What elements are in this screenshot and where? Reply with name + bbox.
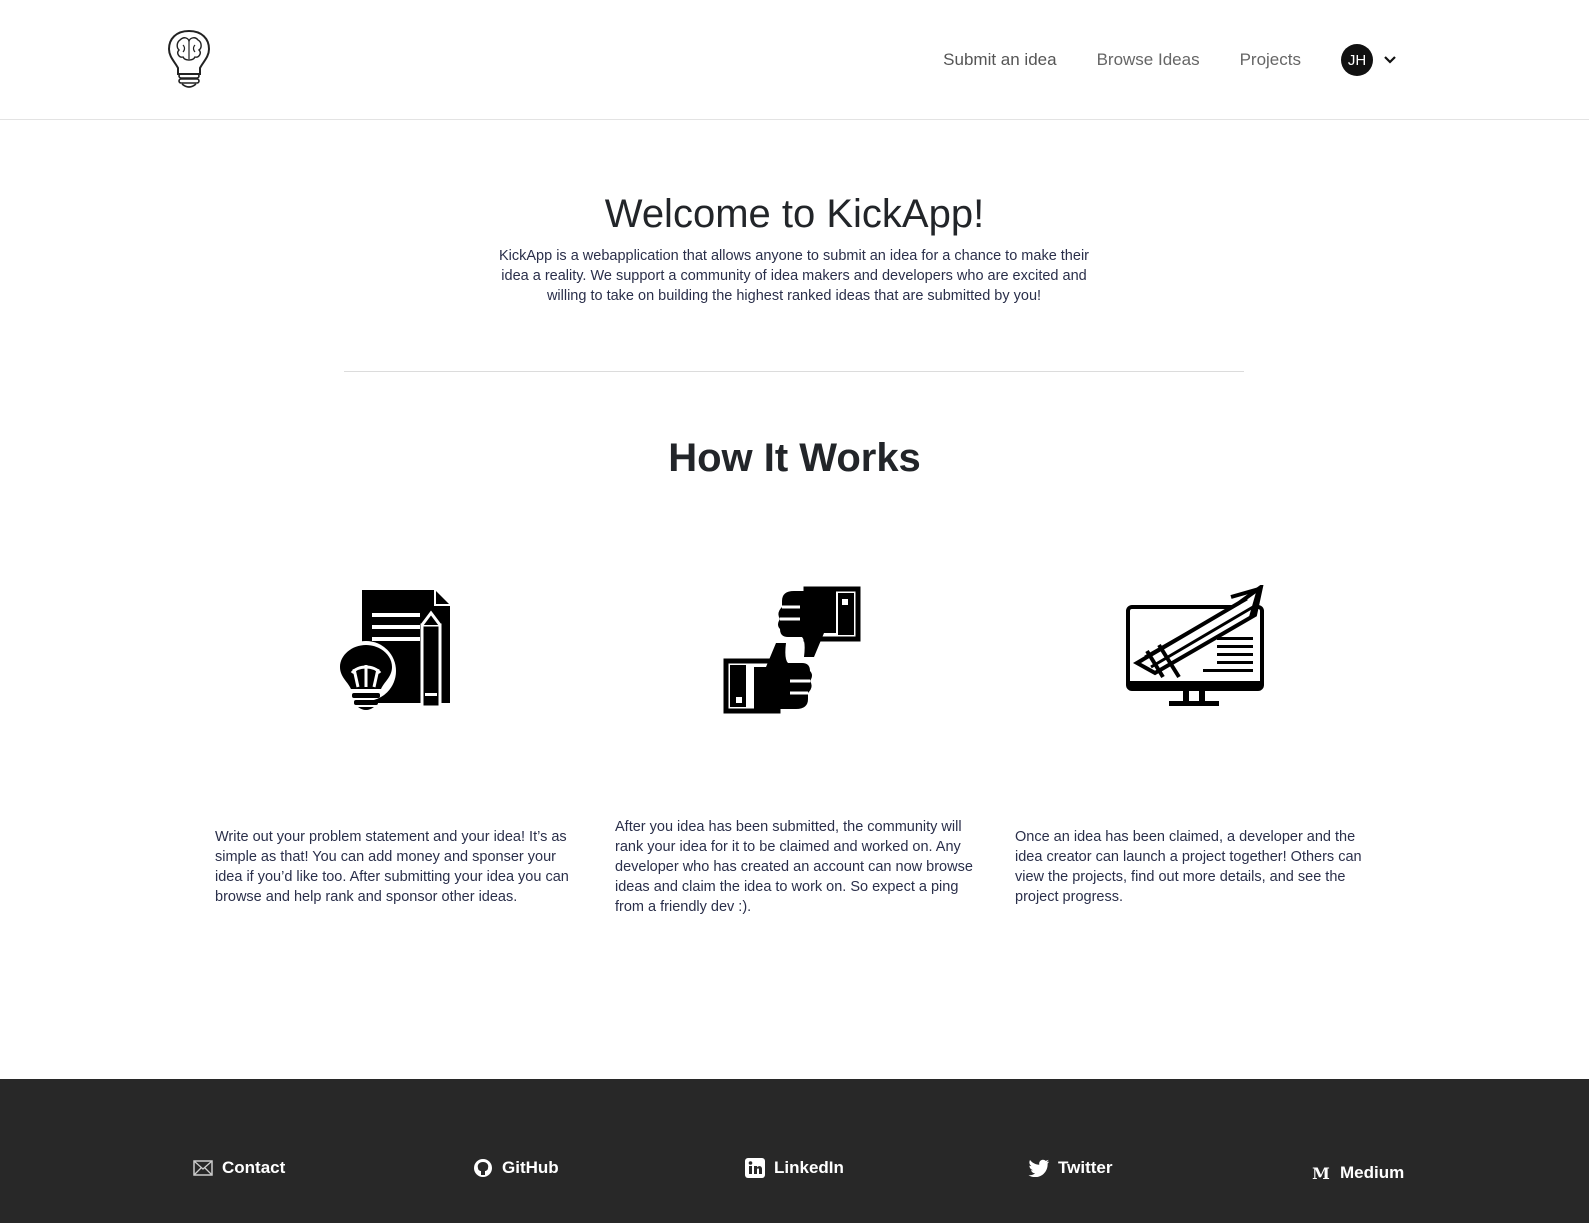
twitter-bird-icon [1028, 1157, 1050, 1179]
thumbs-up-down-icon [720, 585, 870, 715]
site-footer: Contact GitHub LinkedIn Twitter M Medium [0, 1079, 1589, 1223]
footer-linkedin-link[interactable]: LinkedIn [744, 1157, 844, 1179]
brain-lightbulb-logo-icon[interactable] [166, 28, 212, 90]
footer-medium-link[interactable]: M Medium [1310, 1162, 1404, 1184]
hero-description: KickApp is a webapplication that allows … [498, 248, 1089, 304]
site-header: Submit an idea Browse Ideas Projects JH [0, 0, 1589, 120]
section-divider [344, 371, 1244, 372]
github-icon [472, 1157, 494, 1179]
footer-twitter-label: Twitter [1058, 1158, 1113, 1177]
footer-twitter-link[interactable]: Twitter [1028, 1157, 1112, 1179]
nav-browse-ideas[interactable]: Browse Ideas [1097, 44, 1200, 76]
footer-contact-label: Contact [222, 1158, 286, 1177]
footer-medium-label: Medium [1340, 1163, 1405, 1182]
medium-icon: M [1312, 1163, 1330, 1183]
monitor-rocket-icon [1119, 582, 1269, 715]
step-3-description: Once an idea has been claimed, a develop… [1015, 829, 1362, 905]
how-it-works-heading: How It Works [668, 436, 921, 480]
linkedin-icon [744, 1157, 766, 1179]
main-nav: Submit an idea Browse Ideas Projects JH [943, 44, 1397, 76]
nav-projects[interactable]: Projects [1240, 44, 1301, 76]
step-1-description: Write out your problem statement and you… [215, 829, 569, 905]
footer-github-link[interactable]: GitHub [472, 1157, 559, 1179]
chevron-down-icon[interactable] [1383, 53, 1397, 67]
user-avatar[interactable]: JH [1341, 44, 1373, 76]
footer-linkedin-label: LinkedIn [774, 1158, 844, 1177]
page-title: Welcome to KickApp! [604, 192, 985, 236]
document-lightbulb-icon [330, 585, 480, 715]
footer-github-label: GitHub [502, 1158, 559, 1177]
step-2-description: After you idea has been submitted, the c… [615, 819, 973, 915]
nav-submit-idea[interactable]: Submit an idea [943, 44, 1056, 76]
envelope-icon [192, 1157, 214, 1179]
footer-contact-link[interactable]: Contact [192, 1157, 285, 1179]
